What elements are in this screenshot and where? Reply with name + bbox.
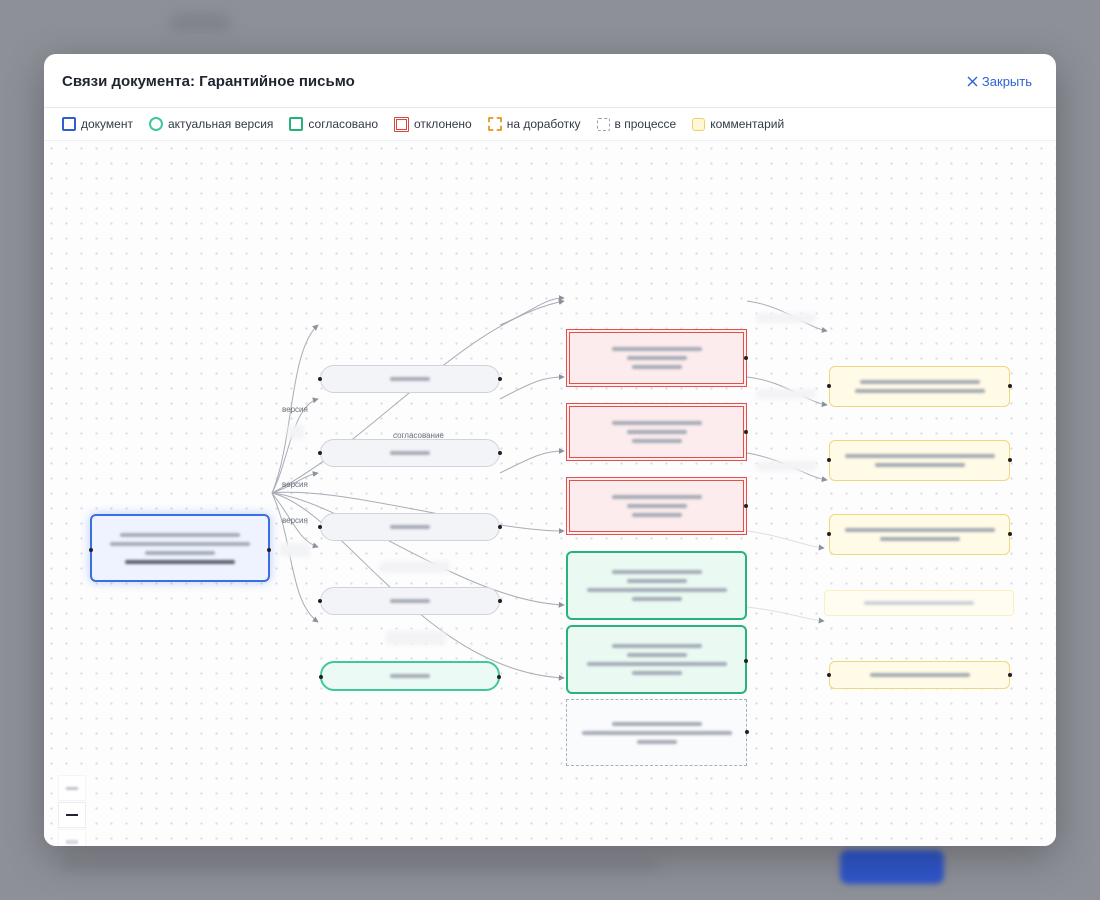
connector-handle[interactable] [827, 673, 831, 677]
blurred-label [756, 389, 816, 399]
blurred-label [756, 313, 816, 323]
blurred-label [280, 543, 310, 557]
connector-handle[interactable] [744, 430, 748, 434]
legend-item-rejected: отклонено [394, 116, 472, 132]
edge-label-version: версия [282, 405, 308, 414]
edge-comment [746, 606, 825, 624]
connector-handle[interactable] [744, 504, 748, 508]
legend-label: комментарий [710, 117, 785, 131]
blurred-label [380, 561, 450, 573]
connector-handle[interactable] [827, 384, 831, 388]
legend-label: на доработку [506, 117, 581, 131]
graph-edges: версия версия версия согласование [271, 295, 828, 681]
legend-label: в процессе [614, 117, 677, 131]
connector-handle[interactable] [827, 458, 831, 462]
legend-label: отклонено [414, 117, 472, 131]
version-node[interactable] [318, 439, 502, 467]
connector-handle[interactable] [498, 599, 502, 603]
edge-approval [499, 448, 565, 474]
graph-canvas[interactable]: версия версия версия согласование [44, 141, 1056, 846]
comment-node[interactable] [827, 366, 1012, 407]
connector-handle[interactable] [318, 599, 322, 603]
connector-handle[interactable] [318, 451, 322, 455]
in-process-swatch-icon [596, 117, 610, 131]
comment-node[interactable] [827, 661, 1012, 689]
document-links-modal: Связи документа: Гарантийное письмо Закр… [44, 54, 1056, 846]
approved-swatch-icon [289, 117, 304, 131]
approval-rejected-node[interactable] [566, 477, 748, 535]
modal-header: Связи документа: Гарантийное письмо Закр… [44, 54, 1056, 108]
blurred-label [288, 425, 304, 439]
rejected-swatch-icon [394, 116, 410, 132]
connector-handle[interactable] [498, 451, 502, 455]
connector-handle[interactable] [1008, 532, 1012, 536]
connector-handle[interactable] [1008, 458, 1012, 462]
close-button[interactable]: Закрыть [967, 74, 1032, 89]
connector-handle[interactable] [498, 377, 502, 381]
zoom-in-icon [66, 786, 78, 790]
approval-in-process-node[interactable] [566, 699, 749, 766]
close-icon [967, 76, 978, 87]
connector-handle[interactable] [318, 377, 322, 381]
comment-node[interactable] [827, 514, 1012, 555]
approval-approved-node[interactable] [566, 625, 748, 694]
legend-item-revision: на доработку [487, 117, 581, 131]
fit-view-icon [66, 840, 78, 844]
comment-node[interactable] [824, 590, 1014, 616]
edge-label-version: версия [282, 480, 308, 489]
legend-item-in-process: в процессе [596, 117, 677, 131]
legend-label: согласовано [308, 117, 379, 131]
zoom-controls [58, 775, 86, 846]
connector-handle[interactable] [318, 525, 322, 529]
revision-swatch-icon [487, 117, 502, 131]
blurred-label [756, 461, 816, 471]
edge-approval [499, 374, 565, 400]
actual-version-swatch-icon [148, 117, 163, 131]
actual-version-node[interactable] [319, 661, 501, 691]
document-swatch-icon [62, 117, 76, 131]
connector-handle[interactable] [745, 730, 749, 734]
legend-item-approved: согласовано [289, 117, 378, 131]
version-node[interactable] [318, 513, 502, 541]
zoom-out-button[interactable] [58, 802, 86, 828]
fit-view-button[interactable] [58, 829, 86, 846]
zoom-out-icon [66, 814, 78, 816]
comment-swatch-icon [692, 117, 706, 131]
approval-rejected-node[interactable] [566, 329, 748, 387]
legend-item-document: документ [62, 117, 133, 131]
approval-approved-node[interactable] [566, 551, 747, 620]
legend-item-comment: комментарий [692, 117, 784, 131]
zoom-in-button[interactable] [58, 775, 86, 801]
connector-handle[interactable] [1008, 384, 1012, 388]
connector-handle[interactable] [89, 548, 93, 552]
close-label: Закрыть [981, 74, 1032, 89]
approval-rejected-node[interactable] [566, 403, 748, 461]
version-node[interactable] [318, 587, 502, 615]
edge-label-version: версия [282, 516, 308, 525]
edge-version [271, 492, 319, 623]
connector-handle[interactable] [744, 659, 748, 663]
legend: документ актуальная версия согласовано о… [44, 108, 1056, 141]
modal-title: Связи документа: Гарантийное письмо [62, 73, 355, 90]
root-document-node[interactable] [89, 514, 271, 582]
connector-handle[interactable] [1008, 673, 1012, 677]
legend-label: документ [81, 117, 133, 131]
connector-handle[interactable] [267, 548, 271, 552]
connector-handle[interactable] [744, 356, 748, 360]
version-node[interactable] [318, 365, 502, 393]
legend-item-actual-version: актуальная версия [148, 117, 274, 131]
edge-comment [746, 530, 825, 551]
legend-label: актуальная версия [167, 117, 274, 131]
connector-handle[interactable] [319, 675, 323, 679]
comment-node[interactable] [827, 440, 1012, 481]
edge-approval [499, 295, 565, 326]
connector-handle[interactable] [827, 532, 831, 536]
blurred-label [386, 631, 446, 645]
background-primary-button [840, 850, 944, 884]
connector-handle[interactable] [497, 675, 501, 679]
connector-handle[interactable] [498, 525, 502, 529]
